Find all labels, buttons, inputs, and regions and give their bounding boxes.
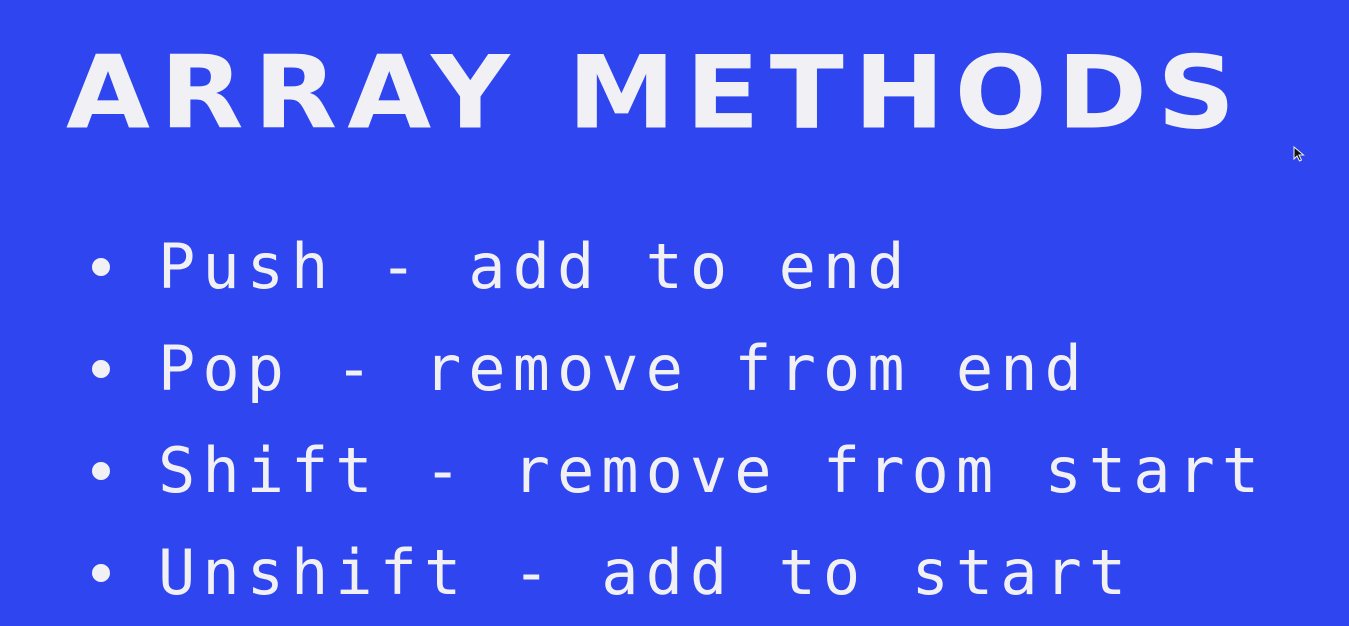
bullet-text-shift: Shift - remove from start <box>158 434 1267 507</box>
bullet-dot-icon <box>92 462 110 480</box>
list-item: Shift - remove from start <box>92 420 1266 522</box>
bullet-text-unshift: Unshift - add to start <box>158 536 1134 609</box>
mouse-pointer-icon <box>1293 146 1305 162</box>
slide-title: ARRAY METHODS <box>66 35 1246 152</box>
list-item: Pop - remove from end <box>92 318 1266 420</box>
list-item: Unshift - add to start <box>92 522 1266 624</box>
bullet-text-pop: Pop - remove from end <box>158 332 1089 405</box>
bullet-dot-icon <box>92 360 110 378</box>
bullet-dot-icon <box>92 258 110 276</box>
list-item: Push - add to end <box>92 216 1266 318</box>
bullet-dot-icon <box>92 564 110 582</box>
bullet-text-push: Push - add to end <box>158 230 912 303</box>
slide: ARRAY METHODS Push - add to end Pop - re… <box>0 0 1349 626</box>
bullet-list: Push - add to end Pop - remove from end … <box>92 216 1266 624</box>
